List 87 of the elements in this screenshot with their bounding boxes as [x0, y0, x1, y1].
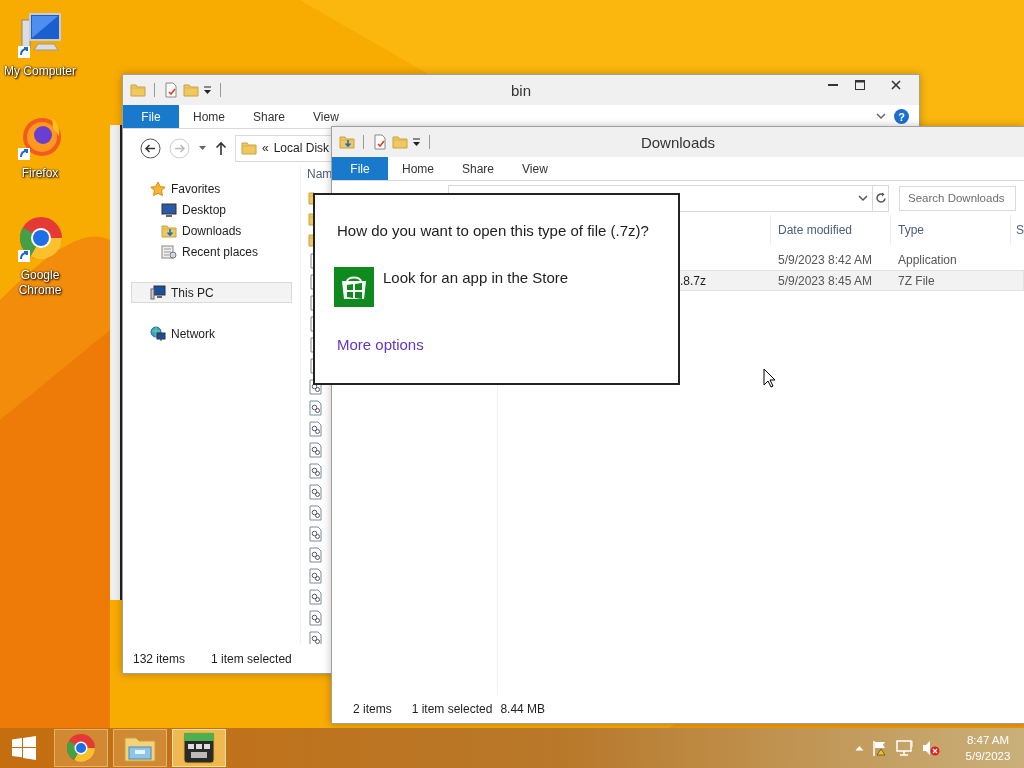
- column-header[interactable]: S: [1010, 215, 1024, 245]
- folder-icon: [124, 734, 156, 762]
- selection-size: 8.44 MB: [500, 701, 546, 716]
- ribbon-tab[interactable]: View: [299, 105, 353, 128]
- chrome-icon: [66, 733, 96, 763]
- folder-icon: [392, 134, 408, 150]
- table-cell: Application: [898, 252, 957, 267]
- column-header[interactable]: Type: [890, 215, 1010, 245]
- chevron-down-icon[interactable]: [858, 194, 868, 202]
- close-icon: [891, 80, 901, 90]
- settings-file-icon: [308, 609, 324, 626]
- folder-icon: [241, 140, 257, 156]
- selection-count: 1 item selected: [211, 651, 292, 666]
- folder-icon: [130, 82, 146, 98]
- breadcrumb-overflow[interactable]: «: [262, 141, 269, 155]
- settings-file-icon: [308, 441, 324, 458]
- settings-file-icon: [308, 462, 324, 479]
- table-cell: 5/9/2023 8:45 AM: [778, 273, 873, 288]
- computer-icon: [150, 284, 166, 301]
- chrome-icon: [16, 214, 64, 262]
- ribbon-tab[interactable]: Home: [388, 157, 448, 180]
- network-icon: [150, 325, 166, 342]
- refresh-button[interactable]: [873, 184, 889, 212]
- settings-file-icon: [308, 588, 324, 605]
- dropdown-icon: [203, 85, 212, 95]
- refresh-icon: [874, 192, 887, 204]
- store-icon: [334, 267, 374, 307]
- window-title: Downloads: [640, 133, 716, 151]
- settings-file-icon: [308, 630, 324, 644]
- download-folder-icon: [339, 134, 355, 150]
- show-hidden-icons-icon[interactable]: [855, 745, 864, 751]
- taskbar-button[interactable]: [172, 729, 226, 767]
- item-count: 132 items: [133, 651, 186, 666]
- recent-places-icon: [161, 243, 177, 260]
- column-header[interactable]: Date modified: [770, 215, 890, 245]
- item-count: 2 items: [353, 701, 392, 716]
- nav-item[interactable]: Downloads: [131, 220, 292, 241]
- settings-file-icon: [308, 504, 324, 521]
- clock-date: 5/9/2023: [965, 749, 1011, 764]
- monitor-icon: [161, 201, 177, 218]
- clock-time: 8:47 AM: [966, 733, 1010, 748]
- document-check-icon: [163, 82, 179, 98]
- up-arrow-icon[interactable]: [215, 141, 227, 155]
- settings-file-icon: [308, 420, 324, 437]
- table-cell: 5/9/2023 8:42 AM: [778, 252, 873, 267]
- cursor-icon: [763, 368, 776, 388]
- window-title: bin: [511, 81, 531, 99]
- column-header[interactable]: Nam: [307, 167, 333, 181]
- ribbon-tab[interactable]: Share: [239, 105, 300, 128]
- settings-file-icon: [308, 525, 324, 542]
- selection-count: 1 item selected: [411, 701, 493, 716]
- computer-icon: [16, 10, 64, 58]
- table-cell: 7Z File: [898, 273, 935, 288]
- folder-icon: [183, 82, 199, 98]
- settings-file-icon: [308, 399, 324, 416]
- nav-item[interactable]: Desktop: [131, 199, 292, 220]
- back-icon[interactable]: [140, 137, 161, 159]
- download-folder-icon: [161, 222, 177, 239]
- breadcrumb[interactable]: Local Disk: [273, 141, 330, 155]
- maximize-icon: [854, 80, 865, 90]
- expand-ribbon-icon[interactable]: [876, 113, 886, 120]
- more-options-link[interactable]: More options: [337, 336, 424, 353]
- dialog-question: How do you want to open this type of file (.7z)?: [337, 222, 649, 239]
- nav-item[interactable]: Recent places: [131, 241, 292, 262]
- nav-item[interactable]: Favorites: [131, 178, 292, 199]
- ribbon-tab[interactable]: Share: [448, 157, 509, 180]
- windows-logo-icon: [12, 736, 36, 760]
- volume-muted-icon[interactable]: [922, 740, 940, 756]
- settings-file-icon: [308, 567, 324, 584]
- help-button[interactable]: ?: [894, 109, 909, 124]
- caret-icon[interactable]: [198, 145, 207, 151]
- nav-item[interactable]: This PC: [131, 282, 292, 303]
- game-icon: [183, 732, 215, 764]
- document-check-icon: [372, 134, 388, 150]
- table-cell: .8.7z: [680, 273, 706, 288]
- search-field[interactable]: Search Downloads: [899, 185, 1016, 211]
- nav-item[interactable]: Network: [131, 323, 292, 344]
- settings-file-icon: [308, 546, 324, 563]
- minimize-icon: [827, 84, 838, 86]
- file-tab[interactable]: File: [332, 157, 388, 180]
- dropdown-icon: [412, 137, 421, 147]
- star-icon: [150, 180, 166, 197]
- ribbon-tab[interactable]: Home: [179, 105, 239, 128]
- ribbon-tab[interactable]: View: [508, 157, 562, 180]
- file-tab[interactable]: File: [123, 105, 179, 128]
- settings-file-icon: [308, 483, 324, 500]
- flag-icon[interactable]: [872, 740, 888, 756]
